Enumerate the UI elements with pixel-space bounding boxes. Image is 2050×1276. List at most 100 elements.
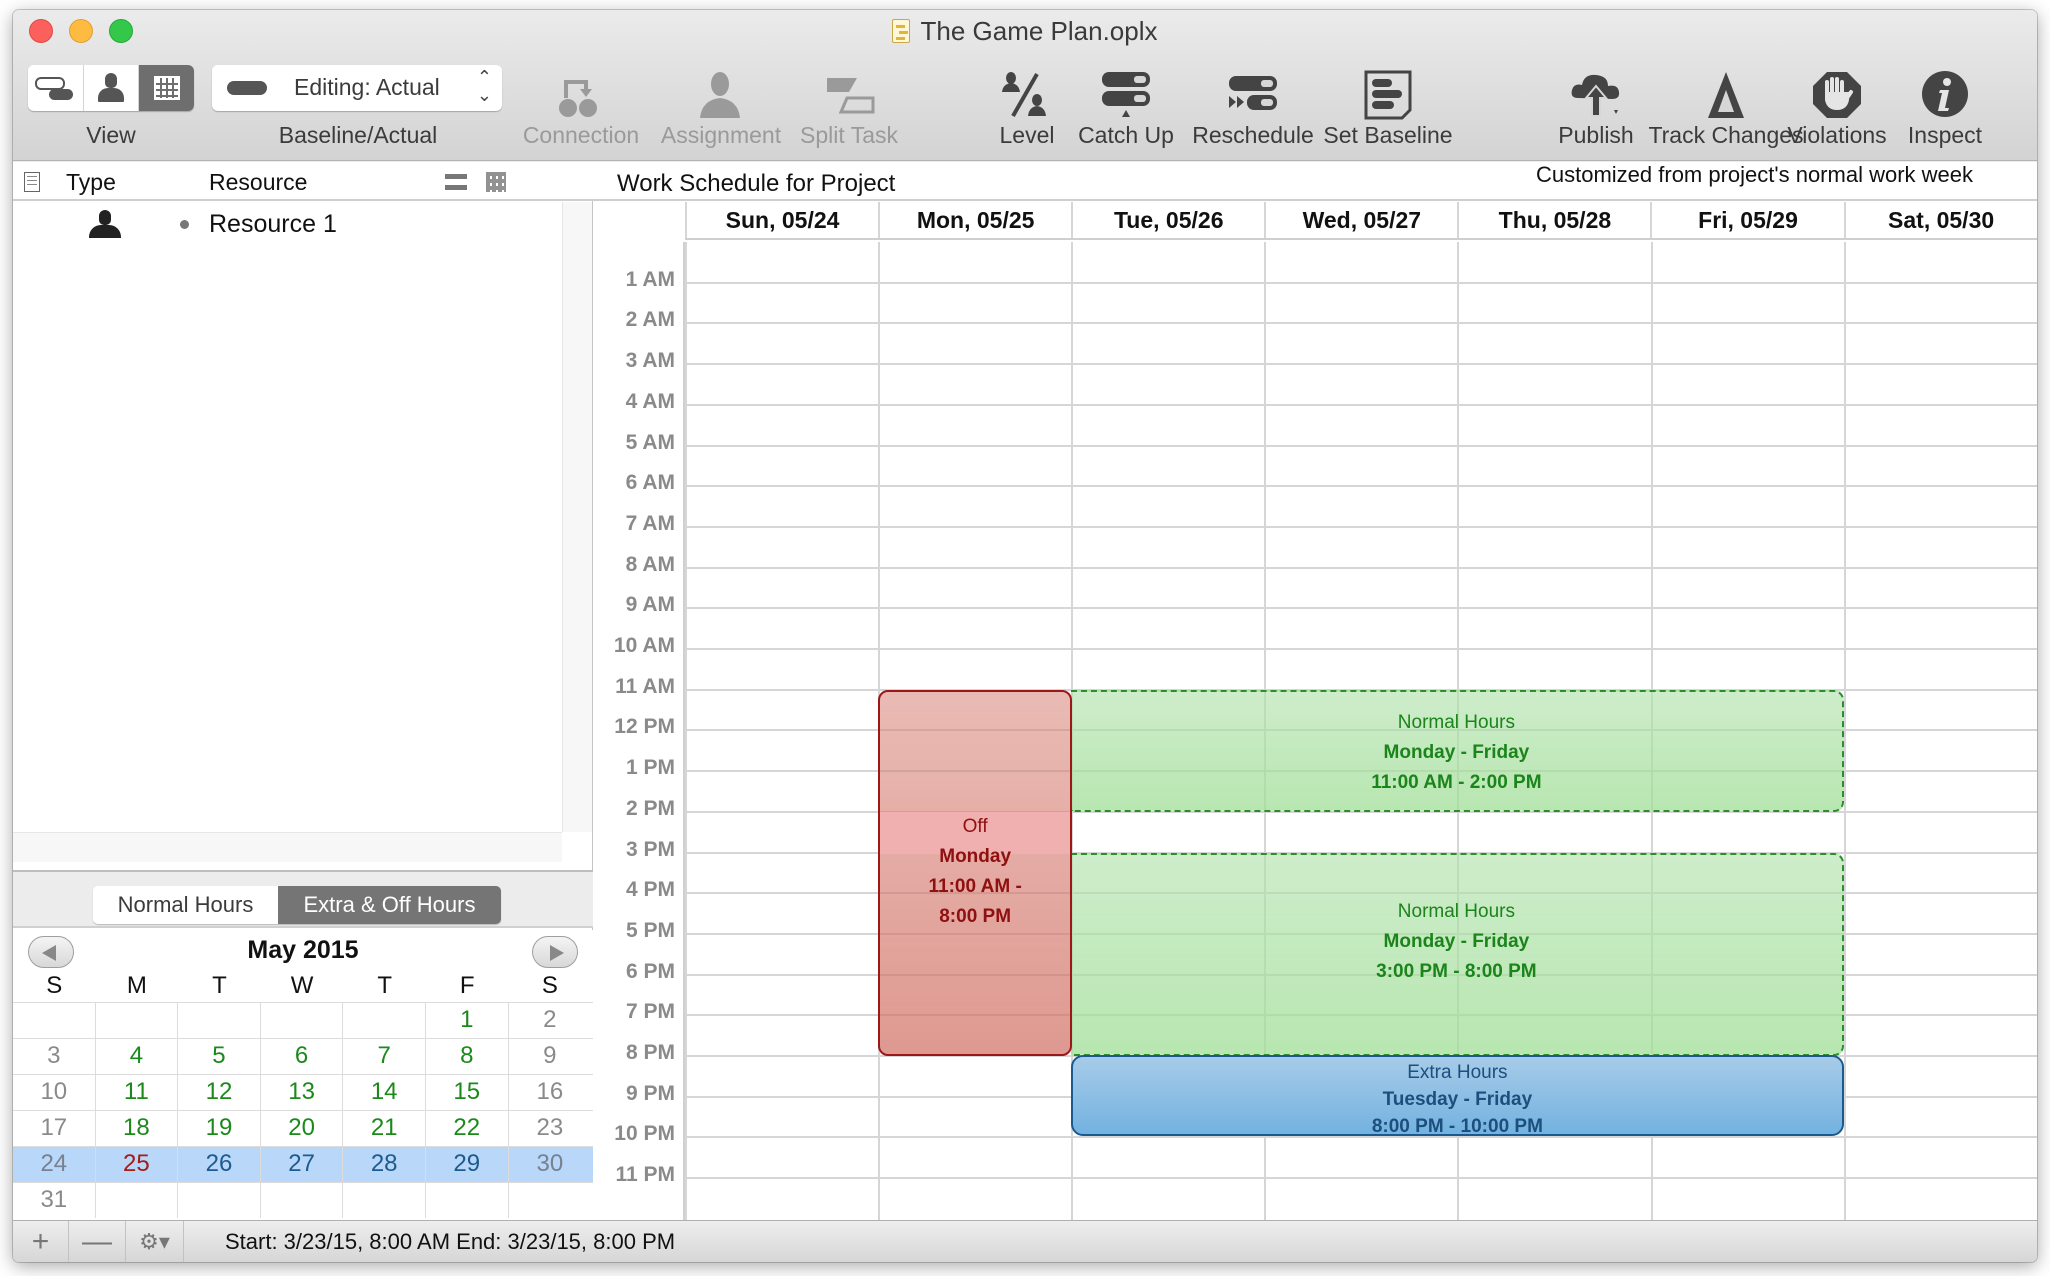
calendar-day[interactable]: 31 xyxy=(13,1183,96,1218)
inspect-button[interactable] xyxy=(1915,70,1975,117)
calendar-day[interactable]: 5 xyxy=(178,1039,261,1074)
calendar-day[interactable]: 8 xyxy=(426,1039,509,1074)
split-task-button[interactable] xyxy=(819,70,879,116)
level-button[interactable] xyxy=(997,70,1057,117)
extra-hours-block[interactable]: Extra Hours Tuesday - Friday 8:00 PM - 10:… xyxy=(1071,1055,1844,1137)
gantt-icon xyxy=(35,75,75,101)
baseline-pill-icon xyxy=(227,81,267,95)
calendar-day xyxy=(96,1183,179,1218)
calendar-day xyxy=(96,1003,179,1038)
calendar-day[interactable]: 21 xyxy=(343,1111,426,1146)
calendar-day[interactable]: 15 xyxy=(426,1075,509,1110)
hour-label: 3 PM xyxy=(625,837,675,861)
calendar-week-row[interactable]: 12 xyxy=(13,1002,593,1038)
actions-menu-button[interactable]: ⚙▾ xyxy=(126,1221,184,1262)
calendar-day[interactable]: 14 xyxy=(343,1075,426,1110)
add-button[interactable]: + xyxy=(13,1221,69,1262)
calendar-day[interactable]: 1 xyxy=(426,1003,509,1038)
calendar-week-row[interactable]: 3456789 xyxy=(13,1038,593,1074)
day-column-header[interactable]: Sun, 05/24 xyxy=(685,202,878,238)
calendar-month-title: May 2015 xyxy=(247,936,359,964)
catch-up-button[interactable] xyxy=(1096,70,1156,117)
calendar-day[interactable]: 11 xyxy=(96,1075,179,1110)
normal-hours-block[interactable]: Normal Hours Monday - Friday 11:00 AM - 2:… xyxy=(1071,689,1844,812)
off-hours-block[interactable]: Off Monday 11:00 AM - 8:00 PM xyxy=(878,689,1073,1056)
calendar-day[interactable]: 20 xyxy=(261,1111,344,1146)
toolbar: The Game Plan.oplx View Editing: Actual … xyxy=(13,10,2037,161)
expand-all-icon[interactable] xyxy=(486,172,506,192)
hour-label: 3 AM xyxy=(625,349,675,373)
baseline-select-value: Editing: Actual xyxy=(294,74,440,100)
schedule-grid[interactable]: 1 AM 2 AM 3 AM 4 AM 5 AM 6 AM 7 AM 8 AM 9 AM 10 A… xyxy=(593,242,2037,1220)
calendar-day[interactable]: 24 xyxy=(13,1147,96,1182)
calendar-day[interactable]: 16 xyxy=(509,1075,592,1110)
note-icon[interactable] xyxy=(24,172,40,192)
window-title: The Game Plan.oplx xyxy=(13,16,2037,47)
block-days: Monday - Friday xyxy=(1383,931,1530,953)
violations-button[interactable] xyxy=(1807,70,1867,118)
resource-row[interactable]: Resource 1 xyxy=(13,202,563,247)
bullet-icon xyxy=(180,220,189,229)
calendar-day[interactable]: 22 xyxy=(426,1111,509,1146)
assignment-button[interactable] xyxy=(690,70,750,118)
calendar-day[interactable]: 30 xyxy=(509,1147,592,1182)
calendar-day[interactable]: 29 xyxy=(426,1147,509,1182)
view-gantt-button[interactable] xyxy=(28,65,84,111)
calendar-day[interactable]: 17 xyxy=(13,1111,96,1146)
calendar-day[interactable]: 25 xyxy=(96,1147,179,1182)
hour-gridline xyxy=(685,607,2037,610)
hour-label: 11 AM xyxy=(615,674,675,698)
block-days: Monday xyxy=(939,845,1012,867)
set-baseline-button[interactable] xyxy=(1358,70,1418,120)
day-column-header[interactable]: Fri, 05/29 xyxy=(1650,202,1843,238)
calendar-day[interactable]: 4 xyxy=(96,1039,179,1074)
day-column-header[interactable]: Tue, 05/26 xyxy=(1071,202,1264,238)
vertical-scrollbar[interactable] xyxy=(562,202,592,832)
calendar-day[interactable]: 9 xyxy=(509,1039,592,1074)
remove-button[interactable]: — xyxy=(69,1221,126,1262)
hour-gridline xyxy=(685,363,2037,366)
day-column-header[interactable]: Wed, 05/27 xyxy=(1264,202,1457,238)
horizontal-scrollbar[interactable] xyxy=(13,832,562,862)
publish-button[interactable] xyxy=(1566,70,1626,117)
connection-button[interactable] xyxy=(550,70,610,117)
normal-hours-tab[interactable]: Normal Hours xyxy=(93,886,278,924)
calendar-day[interactable]: 28 xyxy=(343,1147,426,1182)
column-header-resource[interactable]: Resource xyxy=(209,169,307,196)
calendar-week-row[interactable]: 31 xyxy=(13,1182,593,1218)
calendar-day[interactable]: 23 xyxy=(509,1111,592,1146)
calendar-day xyxy=(343,1003,426,1038)
calendar-day[interactable]: 13 xyxy=(261,1075,344,1110)
stop-hand-icon xyxy=(1813,72,1861,118)
calendar-day[interactable]: 10 xyxy=(13,1075,96,1110)
column-header-type[interactable]: Type xyxy=(66,169,116,196)
view-calendar-button[interactable] xyxy=(139,65,194,111)
day-column-header[interactable]: Thu, 05/28 xyxy=(1457,202,1650,238)
next-month-button[interactable] xyxy=(532,936,578,968)
calendar-day[interactable]: 26 xyxy=(178,1147,261,1182)
extra-off-hours-tab[interactable]: Extra & Off Hours xyxy=(278,886,501,924)
calendar-week-row[interactable]: 24 25 26 27 28 29 30 xyxy=(13,1146,593,1182)
calendar-day[interactable]: 2 xyxy=(509,1003,592,1038)
day-header-row: Sun, 05/24 Mon, 05/25 Tue, 05/26 Wed, 05/27… xyxy=(685,202,2037,240)
day-column-header[interactable]: Sat, 05/30 xyxy=(1843,202,2037,238)
calendar-week-row[interactable]: 10 11 12 13 14 15 16 xyxy=(13,1074,593,1110)
calendar-day[interactable]: 18 xyxy=(96,1111,179,1146)
view-resource-button[interactable] xyxy=(84,65,140,111)
calendar-day[interactable]: 6 xyxy=(261,1039,344,1074)
block-time-range: 11:00 AM - 2:00 PM xyxy=(1371,771,1542,793)
hour-label: 9 PM xyxy=(625,1081,675,1105)
calendar-day[interactable]: 7 xyxy=(343,1039,426,1074)
calendar-day[interactable]: 19 xyxy=(178,1111,261,1146)
day-column-header[interactable]: Mon, 05/25 xyxy=(878,202,1071,238)
collapse-all-icon[interactable] xyxy=(445,174,467,190)
calendar-day[interactable]: 27 xyxy=(261,1147,344,1182)
normal-hours-block[interactable]: Normal Hours Monday - Friday 3:00 PM - 8:0… xyxy=(1071,852,1844,1056)
calendar-day[interactable]: 3 xyxy=(13,1039,96,1074)
calendar-week-row[interactable]: 17 18 19 20 21 22 23 xyxy=(13,1110,593,1146)
calendar-day[interactable]: 12 xyxy=(178,1075,261,1110)
reschedule-button[interactable] xyxy=(1223,70,1283,116)
baseline-actual-select[interactable]: Editing: Actual ⌃ ⌄ xyxy=(212,65,502,111)
split-task-label: Split Task xyxy=(799,122,899,148)
track-changes-button[interactable] xyxy=(1696,70,1756,118)
